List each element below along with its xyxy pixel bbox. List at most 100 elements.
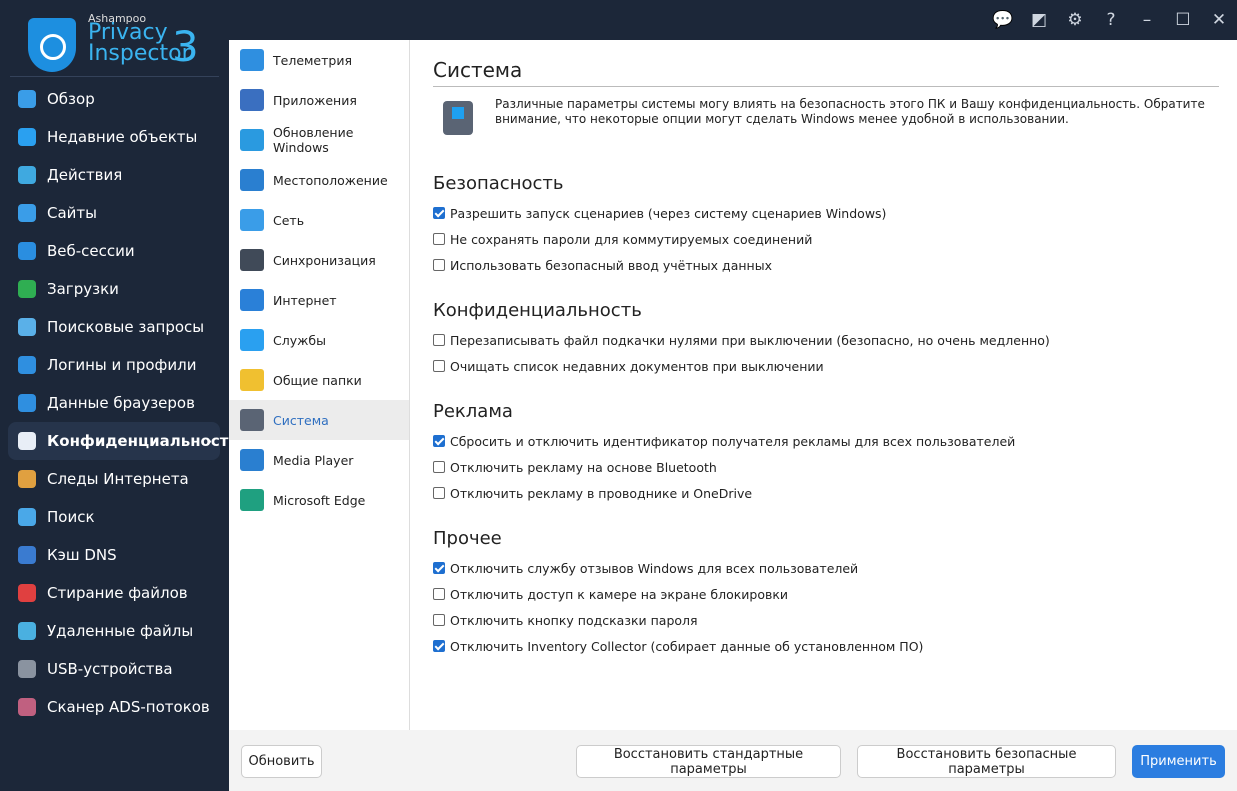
submenu-item-label: Microsoft Edge bbox=[273, 492, 366, 508]
sidebar-item-label: Стирание файлов bbox=[47, 584, 188, 602]
minimize-icon[interactable]: – bbox=[1129, 10, 1165, 30]
checkbox[interactable] bbox=[433, 461, 445, 473]
feedback-icon[interactable]: 💬 bbox=[985, 10, 1021, 30]
sidebar-item-icon bbox=[18, 90, 36, 108]
settings-icon[interactable]: ⚙ bbox=[1057, 10, 1093, 30]
system-drive-icon bbox=[443, 101, 473, 135]
sidebar-item[interactable]: Кэш DNS bbox=[8, 536, 220, 574]
option-checkbox[interactable]: Отключить доступ к камере на экране блок… bbox=[433, 581, 1219, 607]
option-checkbox[interactable]: Отключить службу отзывов Windows для все… bbox=[433, 555, 1219, 581]
submenu-item[interactable]: Приложения bbox=[229, 80, 409, 120]
sidebar-item[interactable]: Поисковые запросы bbox=[8, 308, 220, 346]
sidebar-item[interactable]: Недавние объекты bbox=[8, 118, 220, 156]
checkbox[interactable] bbox=[433, 207, 445, 219]
submenu-item-icon bbox=[240, 129, 264, 151]
main-panel: Система Различные параметры системы могу… bbox=[410, 40, 1237, 730]
submenu-item[interactable]: Местоположение bbox=[229, 160, 409, 200]
checkbox[interactable] bbox=[433, 360, 445, 372]
sidebar-item-label: Действия bbox=[47, 166, 123, 184]
sidebar-item[interactable]: Веб-сессии bbox=[8, 232, 220, 270]
maximize-icon[interactable]: ☐ bbox=[1165, 10, 1201, 30]
option-checkbox[interactable]: Использовать безопасный ввод учётных дан… bbox=[433, 252, 1219, 278]
sidebar-item[interactable]: Загрузки bbox=[8, 270, 220, 308]
sidebar-item-label: Удаленные файлы bbox=[47, 622, 194, 640]
option-label: Отключить доступ к камере на экране блок… bbox=[450, 586, 789, 602]
option-checkbox[interactable]: Отключить Inventory Collector (собирает … bbox=[433, 633, 1219, 659]
sidebar-item-icon bbox=[18, 698, 36, 716]
section-heading: Прочее bbox=[433, 528, 502, 549]
restore-safe-button[interactable]: Восстановить безопасные параметры bbox=[857, 745, 1116, 778]
page-title: Система bbox=[433, 58, 1219, 87]
sidebar-item-label: Данные браузеров bbox=[47, 394, 195, 412]
sidebar-item-label: USB-устройства bbox=[47, 660, 173, 678]
sidebar-item[interactable]: USB-устройства bbox=[8, 650, 220, 688]
checkbox[interactable] bbox=[433, 614, 445, 626]
checkbox[interactable] bbox=[433, 259, 445, 271]
submenu-item[interactable]: Сеть bbox=[229, 200, 409, 240]
sidebar-item[interactable]: Следы Интернета bbox=[8, 460, 220, 498]
option-checkbox[interactable]: Сбросить и отключить идентификатор получ… bbox=[433, 428, 1219, 454]
sidebar-item-label: Логины и профили bbox=[47, 356, 197, 374]
help-icon[interactable]: ? bbox=[1093, 10, 1129, 30]
submenu-item-label: Media Player bbox=[273, 452, 354, 468]
sidebar-item-icon bbox=[18, 318, 36, 336]
submenu-item[interactable]: Media Player bbox=[229, 440, 409, 480]
sidebar-item[interactable]: Данные браузеров bbox=[8, 384, 220, 422]
sidebar-item[interactable]: Стирание файлов bbox=[8, 574, 220, 612]
option-checkbox[interactable]: Не сохранять пароли для коммутируемых со… bbox=[433, 226, 1219, 252]
sidebar: Ashampoo Privacy Inspector 3 Обзор Недавни… bbox=[0, 0, 238, 791]
sidebar-item[interactable]: Логины и профили bbox=[8, 346, 220, 384]
option-checkbox[interactable]: Разрешить запуск сценариев (через систем… bbox=[433, 200, 1219, 226]
sidebar-item-icon bbox=[18, 128, 36, 146]
refresh-button[interactable]: Обновить bbox=[241, 745, 322, 778]
option-checkbox[interactable]: Очищать список недавних документов при в… bbox=[433, 353, 1219, 379]
submenu-item[interactable]: Службы bbox=[229, 320, 409, 360]
close-icon[interactable]: ✕ bbox=[1201, 10, 1237, 30]
submenu-item[interactable]: Интернет bbox=[229, 280, 409, 320]
submenu-item[interactable]: Microsoft Edge bbox=[229, 480, 409, 520]
checkbox[interactable] bbox=[433, 562, 445, 574]
submenu-item-label: Общие папки bbox=[273, 372, 362, 388]
sidebar-item[interactable]: Конфиденциальность › bbox=[8, 422, 238, 460]
section-heading: Реклама bbox=[433, 401, 513, 422]
checkbox[interactable] bbox=[433, 334, 445, 346]
sidebar-item[interactable]: Поиск bbox=[8, 498, 220, 536]
sidebar-item-label: Следы Интернета bbox=[47, 470, 189, 488]
submenu-item[interactable]: Система bbox=[229, 400, 409, 440]
sidebar-item[interactable]: Действия bbox=[8, 156, 220, 194]
checkbox[interactable] bbox=[433, 487, 445, 499]
option-label: Отключить кнопку подсказки пароля bbox=[450, 612, 698, 628]
submenu-item-icon bbox=[240, 289, 264, 311]
submenu-item-icon bbox=[240, 489, 264, 511]
sidebar-item-label: Веб-сессии bbox=[47, 242, 135, 260]
restore-default-button[interactable]: Восстановить стандартные параметры bbox=[576, 745, 841, 778]
skin-icon[interactable]: ◩ bbox=[1021, 10, 1057, 30]
checkbox[interactable] bbox=[433, 435, 445, 447]
sidebar-item[interactable]: Удаленные файлы bbox=[8, 612, 220, 650]
section-heading: Безопасность bbox=[433, 173, 564, 194]
submenu-item[interactable]: Телеметрия bbox=[229, 40, 409, 80]
option-checkbox[interactable]: Отключить рекламу в проводнике и OneDriv… bbox=[433, 480, 1219, 506]
sidebar-item[interactable]: Сайты bbox=[8, 194, 220, 232]
checkbox[interactable] bbox=[433, 640, 445, 652]
sidebar-item-icon bbox=[18, 508, 36, 526]
sidebar-item-label: Поиск bbox=[47, 508, 95, 526]
sidebar-item[interactable]: Сканер ADS-потоков bbox=[8, 688, 220, 726]
sidebar-item[interactable]: Обзор bbox=[8, 80, 220, 118]
checkbox[interactable] bbox=[433, 233, 445, 245]
submenu-item-label: Телеметрия bbox=[273, 52, 352, 68]
submenu-item[interactable]: Общие папки bbox=[229, 360, 409, 400]
option-checkbox[interactable]: Перезаписывать файл подкачки нулями при … bbox=[433, 327, 1219, 353]
option-checkbox[interactable]: Отключить кнопку подсказки пароля bbox=[433, 607, 1219, 633]
section-heading: Конфиденциальность bbox=[433, 300, 642, 321]
sidebar-item-icon bbox=[18, 432, 36, 450]
submenu-item[interactable]: Обновление Windows bbox=[229, 120, 409, 160]
option-checkbox[interactable]: Отключить рекламу на основе Bluetooth bbox=[433, 454, 1219, 480]
apply-button[interactable]: Применить bbox=[1132, 745, 1225, 778]
option-label: Отключить рекламу в проводнике и OneDriv… bbox=[450, 485, 753, 501]
submenu-item-icon bbox=[240, 369, 264, 391]
option-label: Не сохранять пароли для коммутируемых со… bbox=[450, 231, 813, 247]
submenu-item-icon bbox=[240, 209, 264, 231]
submenu-item[interactable]: Синхронизация bbox=[229, 240, 409, 280]
checkbox[interactable] bbox=[433, 588, 445, 600]
